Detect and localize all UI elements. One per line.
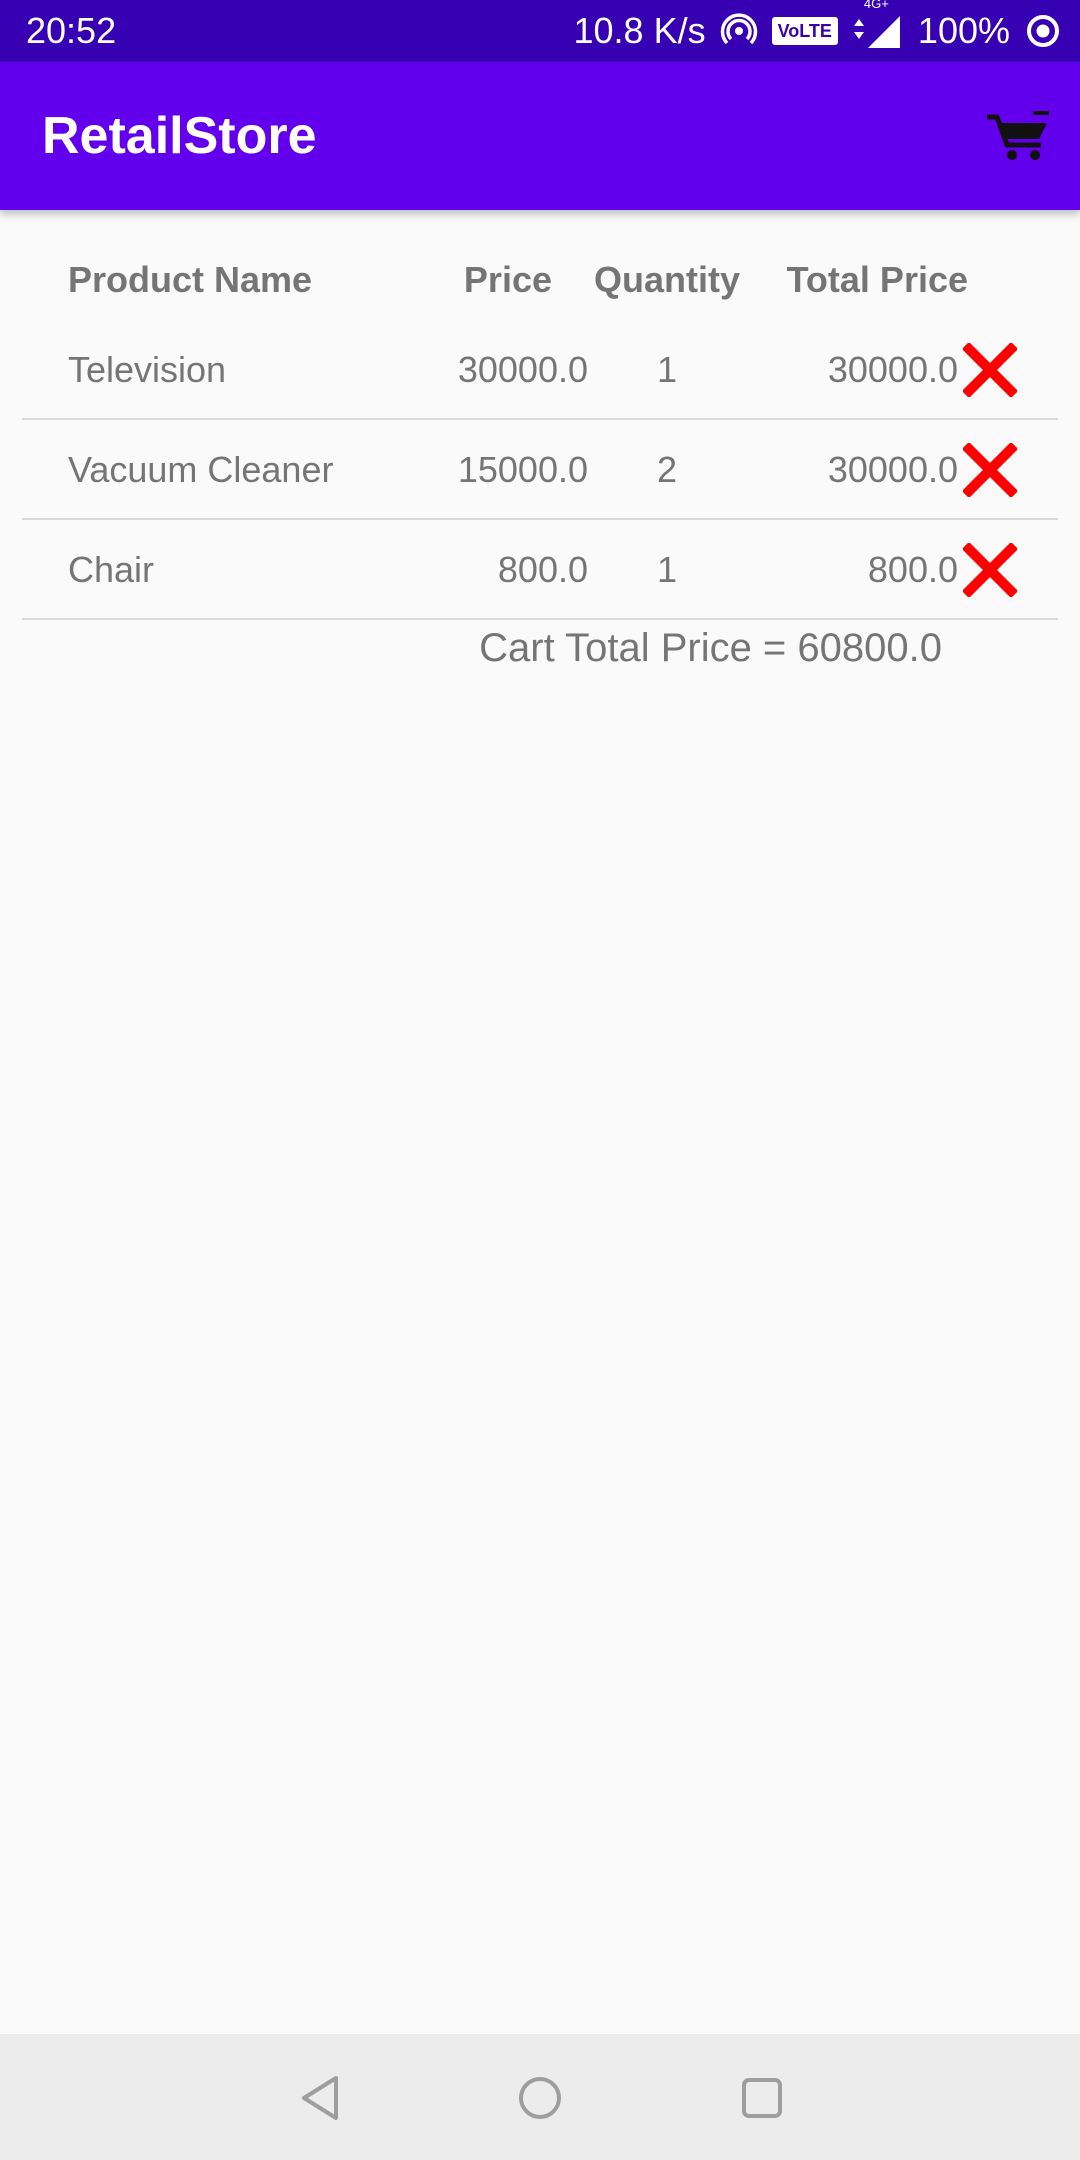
product-name: Vacuum Cleaner [68, 449, 334, 490]
table-header: Product Name Price Quantity Total Price [22, 240, 1058, 320]
recents-icon [740, 2076, 784, 2120]
product-quantity: 1 [656, 349, 678, 390]
app-bar: RetailStore [0, 62, 1080, 210]
product-price: 15000.0 [457, 449, 588, 490]
close-icon [963, 543, 1017, 597]
product-total-price: 30000.0 [827, 449, 958, 490]
app-title: RetailStore [42, 107, 317, 165]
signal-icon: 4G+ [852, 0, 904, 52]
volte-badge: VoLTE [771, 17, 838, 45]
status-indicators: 10.8 K/s VoLTE 4G+ 100% [573, 0, 1063, 54]
home-icon [517, 2075, 563, 2121]
product-name: Television [68, 349, 227, 390]
table-row: Vacuum Cleaner 15000.0 2 30000.0 [22, 420, 1058, 520]
close-icon [963, 443, 1017, 497]
status-bar: 20:52 10.8 K/s VoLTE 4G+ 100% [0, 0, 1080, 62]
product-total-price: 30000.0 [827, 349, 958, 390]
table-row: Chair 800.0 1 800.0 [22, 520, 1058, 620]
battery-level: 100% [917, 10, 1010, 51]
status-time: 20:52 [26, 10, 117, 51]
remove-item-button[interactable] [958, 440, 1022, 500]
back-icon [298, 2074, 342, 2122]
cart-table: Product Name Price Quantity Total Price … [22, 240, 1058, 620]
product-name: Chair [68, 549, 155, 590]
product-price: 800.0 [497, 549, 588, 590]
screen: 20:52 10.8 K/s VoLTE 4G+ 100% RetailStor… [0, 0, 1080, 2160]
back-button[interactable] [292, 2070, 348, 2126]
battery-ring-icon [1024, 12, 1062, 50]
header-product-name: Product Name [68, 259, 313, 300]
hotspot-icon [720, 12, 758, 50]
product-quantity: 2 [656, 449, 678, 490]
remove-item-button[interactable] [958, 340, 1022, 400]
network-speed: 10.8 K/s [573, 10, 706, 51]
header-quantity: Quantity [593, 259, 740, 300]
header-price: Price [463, 259, 552, 300]
cart-total-price: Cart Total Price = 60800.0 [479, 626, 942, 670]
close-icon [963, 343, 1017, 397]
table-row: Television 30000.0 1 30000.0 [22, 320, 1058, 420]
product-quantity: 1 [656, 549, 678, 590]
navigation-bar [0, 2034, 1080, 2160]
cart-icon [985, 111, 1051, 163]
home-button[interactable] [512, 2070, 568, 2126]
product-price: 30000.0 [457, 349, 588, 390]
recents-button[interactable] [734, 2070, 790, 2126]
header-total-price: Total Price [786, 259, 968, 300]
remove-item-button[interactable] [958, 540, 1022, 600]
cart-button[interactable] [980, 102, 1056, 172]
product-total-price: 800.0 [867, 549, 958, 590]
